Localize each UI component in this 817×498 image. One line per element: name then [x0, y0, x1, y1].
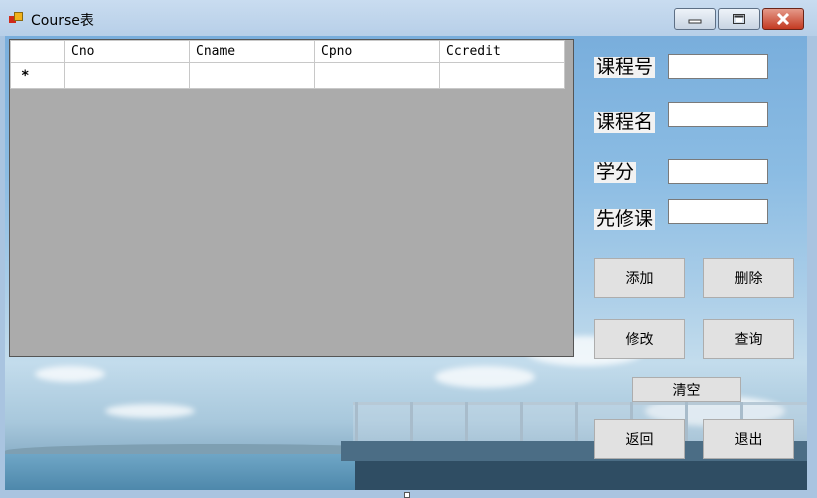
- maximize-button[interactable]: [718, 8, 760, 30]
- course-data-grid[interactable]: Cno Cname Cpno Ccredit *: [9, 39, 574, 357]
- delete-button[interactable]: 删除: [703, 258, 794, 298]
- app-icon: [9, 12, 25, 26]
- window-title: Course表: [31, 13, 94, 29]
- grid-table: Cno Cname Cpno Ccredit *: [10, 40, 565, 89]
- course-name-label: 课程名: [594, 111, 656, 133]
- column-header-ccredit[interactable]: Ccredit: [439, 40, 565, 63]
- cell-ccredit[interactable]: [439, 62, 565, 89]
- close-icon: [776, 13, 790, 25]
- column-header-cpno[interactable]: Cpno: [314, 40, 440, 63]
- table-row: *: [10, 62, 565, 89]
- add-button[interactable]: 添加: [594, 258, 685, 298]
- course-no-label: 课程号: [594, 56, 656, 78]
- back-button[interactable]: 返回: [594, 419, 685, 459]
- grid-header-row: Cno Cname Cpno Ccredit: [10, 40, 565, 63]
- credit-input[interactable]: [668, 159, 768, 184]
- cell-cpno[interactable]: [314, 62, 440, 89]
- cell-cname[interactable]: [189, 62, 315, 89]
- clear-button[interactable]: 清空: [632, 377, 741, 402]
- title-bar[interactable]: Course表: [0, 0, 817, 36]
- minimize-button[interactable]: [674, 8, 716, 30]
- exit-button[interactable]: 退出: [703, 419, 794, 459]
- minimize-icon: [688, 19, 702, 24]
- modify-button[interactable]: 修改: [594, 319, 685, 359]
- course-no-input[interactable]: [668, 54, 768, 79]
- credit-label: 学分: [594, 161, 637, 183]
- form-client-area: Cno Cname Cpno Ccredit * 课程号 课程名 学分 先修课: [5, 36, 807, 490]
- query-button[interactable]: 查询: [703, 319, 794, 359]
- prerequisite-label: 先修课: [594, 208, 656, 230]
- course-name-input[interactable]: [668, 102, 768, 127]
- course-window: Course表 Cno Cname Cpno Ccredit * 课程号 课程名…: [0, 0, 817, 498]
- prerequisite-input[interactable]: [668, 199, 768, 224]
- maximize-icon: [733, 14, 745, 24]
- column-header-cno[interactable]: Cno: [64, 40, 190, 63]
- new-row-marker[interactable]: *: [10, 62, 65, 89]
- cell-cno[interactable]: [64, 62, 190, 89]
- column-header-cname[interactable]: Cname: [189, 40, 315, 63]
- resize-handle[interactable]: [404, 492, 410, 498]
- row-header-corner[interactable]: [10, 40, 65, 63]
- close-button[interactable]: [762, 8, 804, 30]
